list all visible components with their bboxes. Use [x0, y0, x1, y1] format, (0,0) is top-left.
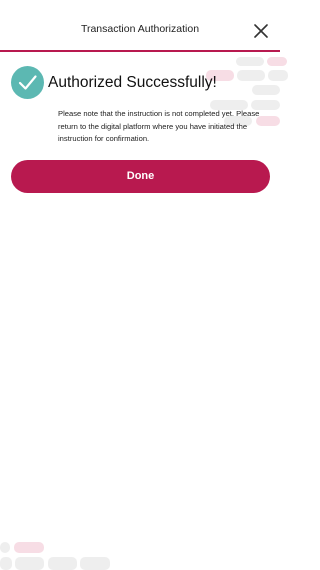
close-icon [254, 24, 268, 38]
decorative-pill [236, 57, 264, 66]
decorative-pill [237, 70, 265, 81]
decorative-pill [0, 542, 10, 553]
decorative-pill [267, 57, 287, 66]
check-circle-icon [11, 66, 44, 99]
decorative-pill [48, 557, 77, 570]
header-bar: Transaction Authorization [0, 0, 280, 52]
decorative-pill [0, 557, 12, 570]
decorative-pill [80, 557, 110, 570]
decorative-pill [15, 557, 44, 570]
status-message: Please note that the instruction is not … [58, 109, 260, 143]
decorative-pill [252, 85, 280, 95]
success-title: Authorized Successfully! [48, 74, 217, 91]
decorative-pill [14, 542, 44, 553]
page-title: Transaction Authorization [80, 23, 200, 35]
decorative-pill [268, 70, 288, 81]
close-button[interactable] [252, 22, 270, 40]
done-button[interactable]: Done [11, 160, 270, 193]
